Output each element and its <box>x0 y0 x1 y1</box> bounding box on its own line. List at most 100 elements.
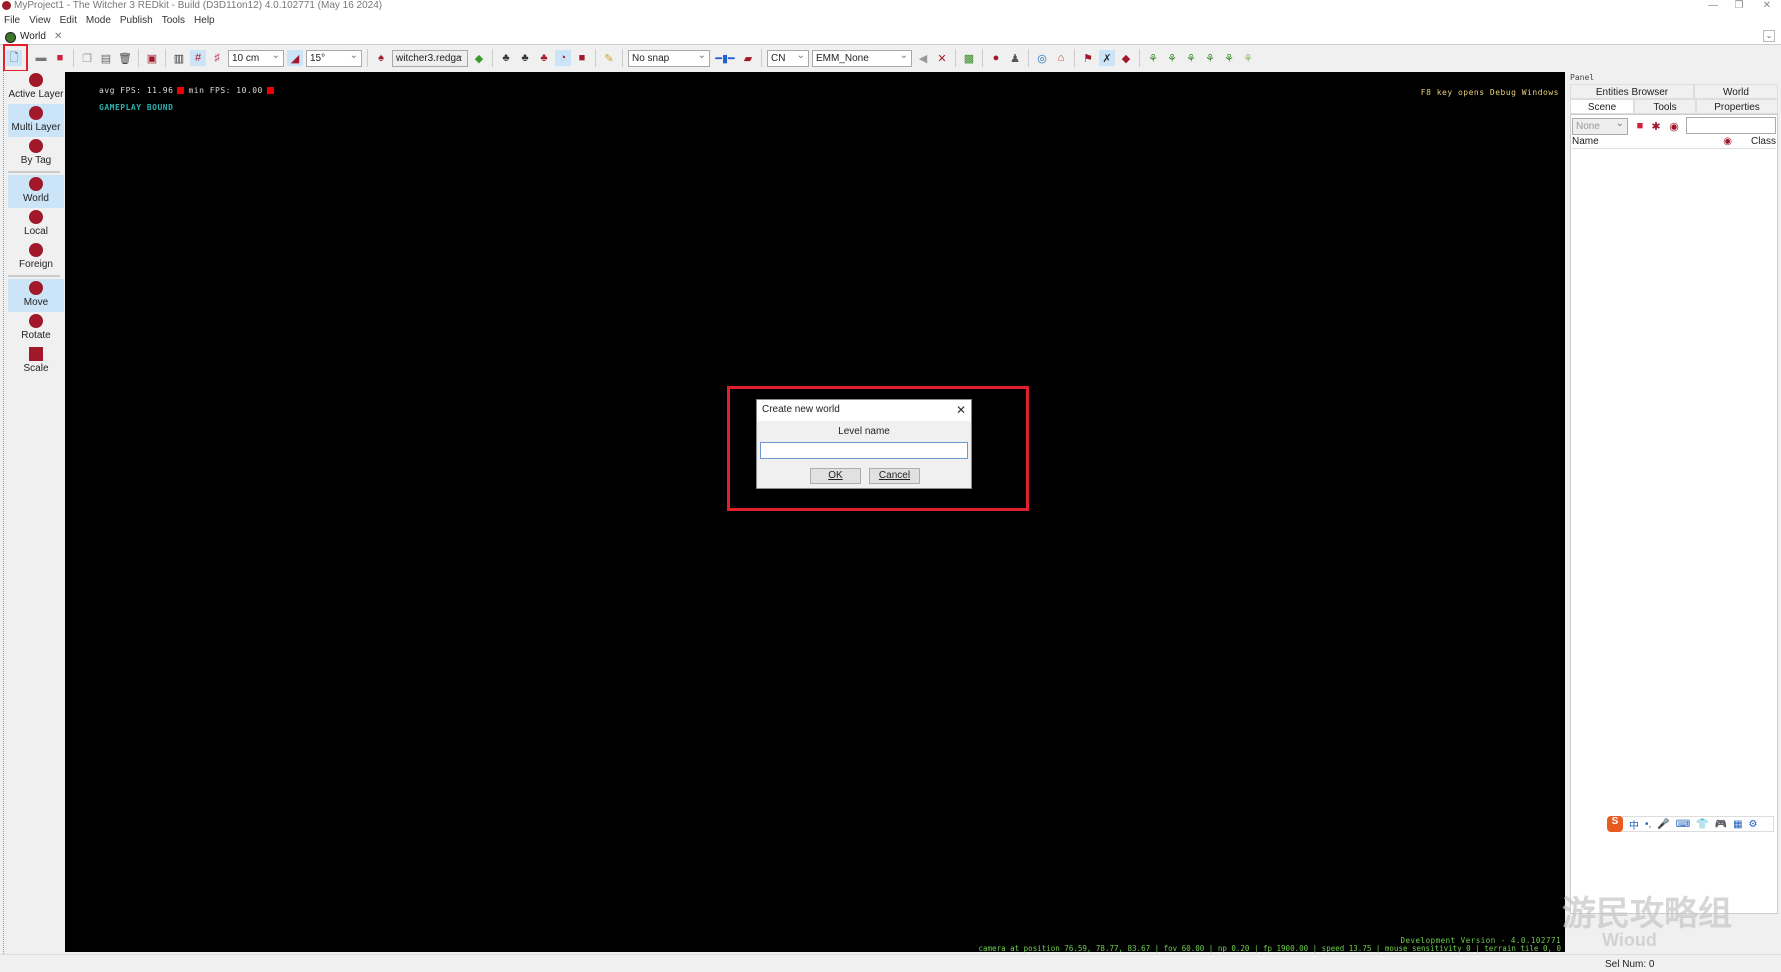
slider-icon[interactable]: ━▮━ <box>713 50 737 66</box>
pins-icon <box>29 243 43 257</box>
compass-icon[interactable]: ◎ <box>1034 50 1050 66</box>
save-filter-icon[interactable]: ■ <box>1632 118 1648 134</box>
car-icon[interactable]: ▰ <box>740 50 756 66</box>
alert-icon[interactable]: ● <box>988 50 1004 66</box>
list-header: Name ◉ Class <box>1572 136 1776 149</box>
filter-select[interactable]: None <box>1572 116 1628 135</box>
tool-label: Active Layer <box>8 89 64 100</box>
left-tool-column: Active Layer Multi Layer By Tag World Lo… <box>3 71 64 954</box>
ime-item[interactable]: ⚙ <box>1749 819 1758 830</box>
tree-f-icon[interactable]: ⚘ <box>1240 50 1256 66</box>
tool-move[interactable]: Move <box>8 279 64 312</box>
minimize-button[interactable]: — <box>1703 0 1723 12</box>
pin-icon <box>29 210 43 224</box>
flag-icon[interactable]: ⚑ <box>1080 50 1096 66</box>
close-window-button[interactable]: ✕ <box>1757 0 1777 12</box>
cancel-button[interactable]: Cancel <box>869 468 920 484</box>
ime-item[interactable]: 🎮 <box>1715 819 1727 830</box>
menu-publish[interactable]: Publish <box>120 13 153 28</box>
dialog-close-icon[interactable]: ✕ <box>956 400 966 420</box>
visibility-icon[interactable]: ◉ <box>1666 118 1682 134</box>
level-name-input[interactable] <box>760 442 968 459</box>
tree-a-icon[interactable]: ⚘ <box>1145 50 1161 66</box>
home-icon[interactable]: ⌂ <box>1053 50 1069 66</box>
tool-d-icon[interactable]: ◔ <box>555 50 571 66</box>
ime-logo[interactable]: S <box>1607 816 1623 832</box>
highlight-box-new <box>3 44 28 72</box>
menu-edit[interactable]: Edit <box>60 13 77 28</box>
arrow-green-icon[interactable]: ◆ <box>471 50 487 66</box>
wrench-icon[interactable]: ✗ <box>1099 50 1115 66</box>
ime-item[interactable]: •, <box>1645 819 1651 830</box>
stack-icon[interactable]: ◆ <box>1118 50 1134 66</box>
emm-select[interactable]: EMM_None <box>812 48 912 67</box>
tree-c-icon[interactable]: ⚘ <box>1183 50 1199 66</box>
brush-icon[interactable]: ✎ <box>601 50 617 66</box>
layer-icon <box>29 73 43 87</box>
grid-size-select[interactable]: 10 cm <box>228 48 284 67</box>
col-name[interactable]: Name <box>1572 136 1599 147</box>
columns-icon[interactable]: ▥ <box>171 50 187 66</box>
ok-button[interactable]: OK <box>810 468 861 484</box>
angle-select[interactable]: 15° <box>306 48 362 67</box>
tool-rotate[interactable]: Rotate <box>8 312 64 345</box>
menu-file[interactable]: File <box>4 13 20 28</box>
tree-b-icon[interactable]: ⚘ <box>1164 50 1180 66</box>
world-viewport[interactable]: avg FPS: 11.96 min FPS: 10.00 GAMEPLAY BO… <box>65 72 1565 953</box>
tab-properties[interactable]: Properties <box>1696 99 1778 114</box>
tree-d-icon[interactable]: ⚘ <box>1202 50 1218 66</box>
mute-icon[interactable]: ◀ <box>915 50 931 66</box>
tree-e-icon[interactable]: ⚘ <box>1221 50 1237 66</box>
tab-scene[interactable]: Scene <box>1570 99 1634 114</box>
snap-select[interactable]: No snap <box>628 48 710 67</box>
col-class[interactable]: Class <box>1751 136 1776 147</box>
search-input[interactable] <box>1686 117 1776 134</box>
ime-item[interactable]: 👕 <box>1696 819 1708 830</box>
snap-grid-icon[interactable]: ♯ <box>209 50 225 66</box>
tab-tools[interactable]: Tools <box>1634 99 1696 114</box>
tool-active-layer[interactable]: Active Layer <box>8 71 64 104</box>
restore-button[interactable]: ❐ <box>1729 0 1749 12</box>
tool-multi-layer[interactable]: Multi Layer <box>8 104 64 137</box>
tab-list-dropdown[interactable]: ⌄ <box>1763 30 1775 42</box>
tool-a-icon[interactable]: ♣ <box>498 50 514 66</box>
hand-icon[interactable]: ♠ <box>373 50 389 66</box>
tab-entities-browser[interactable]: Entities Browser <box>1570 84 1694 99</box>
menu-bar: File View Edit Mode Publish Tools Help <box>0 13 1781 28</box>
tool-by-tag[interactable]: By Tag <box>8 137 64 170</box>
delete-icon[interactable]: 🗑 <box>117 50 133 66</box>
tool-b-icon[interactable]: ♣ <box>517 50 533 66</box>
menu-mode[interactable]: Mode <box>86 13 111 28</box>
tab-world-panel[interactable]: World <box>1694 84 1778 99</box>
tool-c-icon[interactable]: ♣ <box>536 50 552 66</box>
fps-readout: avg FPS: 11.96 min FPS: 10.00 <box>99 86 278 95</box>
main-toolbar: 🗋 ▬ ■ ❐ ▤ 🗑 ▣ ▥ # ♯ 10 cm ◢ 15° ♠ witche… <box>0 45 1781 71</box>
menu-view[interactable]: View <box>29 13 51 28</box>
tools-x-icon[interactable]: ✕ <box>934 50 950 66</box>
save-button[interactable]: ■ <box>52 50 68 66</box>
copy-icon[interactable]: ❐ <box>79 50 95 66</box>
tab-world[interactable]: World ✕ <box>2 30 66 45</box>
clear-filter-icon[interactable]: ✱ <box>1648 118 1664 134</box>
tool-foreign[interactable]: Foreign <box>8 241 64 274</box>
open-button[interactable]: ▬ <box>33 50 49 66</box>
tool-world[interactable]: World <box>8 175 64 208</box>
ime-item[interactable]: 中 <box>1629 817 1639 832</box>
ime-item[interactable]: 🎤 <box>1657 819 1669 830</box>
tab-close-icon[interactable]: ✕ <box>54 30 62 45</box>
tool-local[interactable]: Local <box>8 208 64 241</box>
menu-tools[interactable]: Tools <box>162 13 185 28</box>
grid-icon[interactable]: # <box>190 50 206 66</box>
paste-icon[interactable]: ▤ <box>98 50 114 66</box>
menu-help[interactable]: Help <box>194 13 215 28</box>
angle-snap-icon[interactable]: ◢ <box>287 50 303 66</box>
preset-select[interactable]: witcher3.redga <box>392 48 468 67</box>
ime-item[interactable]: ▦ <box>1733 819 1742 830</box>
lang-select[interactable]: CN <box>767 48 809 67</box>
user-key-icon[interactable]: ♟ <box>1007 50 1023 66</box>
monster-icon[interactable]: ▩ <box>961 50 977 66</box>
tool-scale[interactable]: Scale <box>8 345 64 378</box>
camera-icon[interactable]: ■ <box>574 50 590 66</box>
layers-icon[interactable]: ▣ <box>144 50 160 66</box>
ime-item[interactable]: ⌨ <box>1676 819 1690 830</box>
